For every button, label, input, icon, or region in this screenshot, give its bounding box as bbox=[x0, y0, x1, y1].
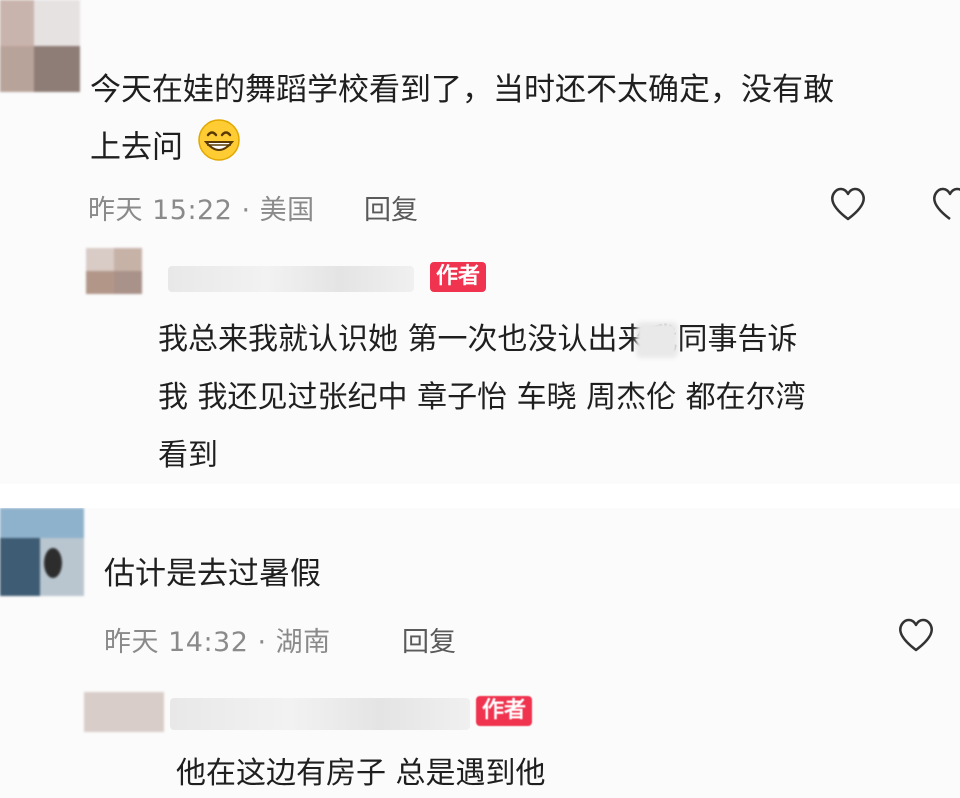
reply-avatar[interactable] bbox=[84, 692, 164, 732]
heart-icon-partial[interactable] bbox=[930, 185, 960, 227]
comment-text-line-2: 上去问 bbox=[90, 118, 241, 180]
reply-text-line-1: 他在这边有房子 总是遇到他 bbox=[176, 756, 546, 791]
reply-text-line-1: 我总来我就认识她 第一次也没认出来我同事告诉 bbox=[158, 322, 798, 357]
comment-timestamp-location: 昨天 14:32 · 湖南 bbox=[104, 627, 331, 658]
reply-button[interactable]: 回复 bbox=[364, 188, 418, 227]
reply-text-line-2: 我 我还见过张纪中 章子怡 车晓 周杰伦 都在尔湾 bbox=[158, 380, 806, 415]
author-badge: 作者 bbox=[476, 696, 533, 726]
card-separator bbox=[0, 484, 960, 508]
comment-text-line-2-text: 上去问 bbox=[90, 129, 183, 166]
reply-text-line-3: 看到 bbox=[158, 438, 218, 473]
heart-icon[interactable] bbox=[896, 616, 936, 658]
reply-button[interactable]: 回复 bbox=[402, 620, 456, 659]
reply-avatar[interactable] bbox=[86, 248, 142, 294]
avatar[interactable] bbox=[0, 0, 80, 92]
comment-text-line-1: 今天在娃的舞蹈学校看到了，当时还不太确定，没有敢 bbox=[90, 72, 834, 108]
comment-timestamp-location: 昨天 15:22 · 美国 bbox=[88, 195, 315, 226]
blur-smudge bbox=[636, 322, 678, 358]
comment-text: 估计是去过暑假 bbox=[104, 556, 321, 592]
avatar[interactable] bbox=[0, 508, 84, 596]
comment-card-1: 今天在娃的舞蹈学校看到了，当时还不太确定，没有敢 上去问 昨天 15:22 · … bbox=[0, 0, 960, 484]
author-badge: 作者 bbox=[430, 262, 487, 292]
grinning-face-emoji bbox=[197, 118, 241, 180]
reply-username[interactable] bbox=[168, 266, 414, 292]
reply-username[interactable] bbox=[170, 698, 470, 730]
heart-icon[interactable] bbox=[828, 185, 868, 227]
comment-card-2: 估计是去过暑假 昨天 14:32 · 湖南 回复 作者 他在这边有房子 总是遇到… bbox=[0, 508, 960, 798]
